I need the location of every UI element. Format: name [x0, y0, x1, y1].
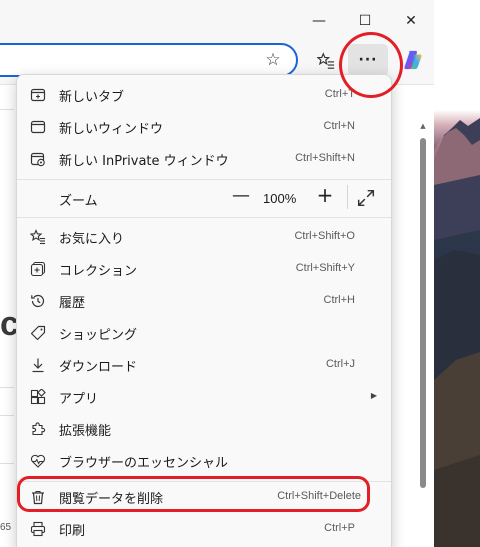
zoom-out-button[interactable]: —	[231, 185, 251, 209]
menu-item-label: 新しいタブ	[59, 90, 125, 105]
page-divider	[0, 463, 14, 464]
zoom-separator	[347, 185, 348, 209]
menu-item-label: 新しい InPrivate ウィンドウ	[59, 154, 229, 169]
collections-icon	[29, 260, 47, 278]
page-divider	[0, 387, 14, 388]
menu-item-shortcut: Ctrl+Shift+Y	[295, 262, 355, 274]
menu-item-label: お気に入り	[59, 232, 125, 247]
menu-item-shortcut: Ctrl+N	[323, 120, 355, 132]
menu-item-history[interactable]: 履歴 Ctrl+H	[17, 285, 391, 317]
address-bar[interactable]	[0, 43, 298, 77]
fullscreen-expand-icon[interactable]	[357, 189, 375, 207]
zoom-in-button[interactable]: +	[315, 183, 335, 209]
scroll-up-arrow-icon[interactable]: ▲	[418, 122, 428, 130]
menu-item-extensions[interactable]: 拡張機能	[17, 413, 391, 445]
download-icon	[29, 356, 47, 374]
print-icon	[29, 520, 47, 538]
inprivate-icon	[29, 150, 47, 168]
page-number-text: 65	[0, 522, 12, 533]
annotation-circle-highlight	[339, 32, 403, 98]
menu-item-new-tab[interactable]: 新しいタブ Ctrl+T	[17, 79, 391, 111]
menu-item-label: 印刷	[59, 524, 86, 539]
new-window-icon	[29, 118, 47, 136]
menu-item-label: 拡張機能	[59, 424, 112, 439]
essentials-heart-icon	[29, 452, 47, 470]
new-tab-icon	[29, 86, 47, 104]
page-divider	[0, 415, 14, 416]
copilot-icon[interactable]	[400, 47, 426, 73]
page-scrollbar[interactable]: ▲	[418, 118, 428, 547]
menu-item-browser-essentials[interactable]: ブラウザーのエッセンシャル	[17, 445, 391, 477]
menu-item-shortcut: Ctrl+J	[325, 358, 355, 370]
menu-item-shortcut: Ctrl+P	[324, 522, 355, 534]
menu-item-label: ブラウザーのエッセンシャル	[59, 456, 229, 471]
menu-item-shopping[interactable]: ショッピング	[17, 317, 391, 349]
close-button[interactable]: ✕	[388, 6, 434, 36]
favorites-list-icon[interactable]	[311, 47, 341, 75]
zoom-label: ズーム	[59, 194, 98, 209]
menu-item-print[interactable]: 印刷 Ctrl+P	[17, 513, 391, 545]
menu-divider	[17, 179, 391, 180]
menu-divider	[17, 217, 391, 218]
menu-item-shortcut: Ctrl+Shift+O	[294, 230, 355, 242]
menu-item-label: ダウンロード	[59, 360, 138, 375]
annotation-rect-highlight	[17, 476, 370, 512]
menu-item-shortcut: Ctrl+Shift+N	[295, 152, 355, 164]
minimize-button[interactable]: —	[296, 6, 342, 36]
menu-item-downloads[interactable]: ダウンロード Ctrl+J	[17, 349, 391, 381]
scroll-thumb[interactable]	[420, 138, 426, 488]
menu-item-label: ショッピング	[59, 328, 138, 343]
menu-item-new-inprivate-window[interactable]: 新しい InPrivate ウィンドウ Ctrl+Shift+N	[17, 143, 391, 175]
menu-zoom-row: ズーム — 100% +	[17, 183, 391, 213]
shopping-tag-icon	[29, 324, 47, 342]
menu-item-label: アプリ	[59, 392, 99, 407]
history-icon	[29, 292, 47, 310]
desktop-wallpaper	[434, 0, 480, 547]
menu-item-apps[interactable]: アプリ ▶	[17, 381, 391, 413]
zoom-level: 100%	[263, 191, 297, 206]
apps-icon	[29, 388, 47, 406]
menu-item-label: 履歴	[59, 296, 86, 311]
favorites-icon	[29, 228, 47, 246]
menu-item-shortcut: Ctrl+H	[323, 294, 355, 306]
extensions-icon	[29, 420, 47, 438]
add-favorite-star-icon[interactable]: ☆	[262, 49, 284, 71]
page-divider	[0, 109, 14, 110]
menu-item-label: コレクション	[59, 264, 138, 279]
menu-item-label: 新しいウィンドウ	[59, 122, 164, 137]
submenu-arrow-icon: ▶	[370, 391, 377, 400]
menu-item-favorites[interactable]: お気に入り Ctrl+Shift+O	[17, 221, 391, 253]
menu-item-collections[interactable]: コレクション Ctrl+Shift+Y	[17, 253, 391, 285]
menu-item-new-window[interactable]: 新しいウィンドウ Ctrl+N	[17, 111, 391, 143]
